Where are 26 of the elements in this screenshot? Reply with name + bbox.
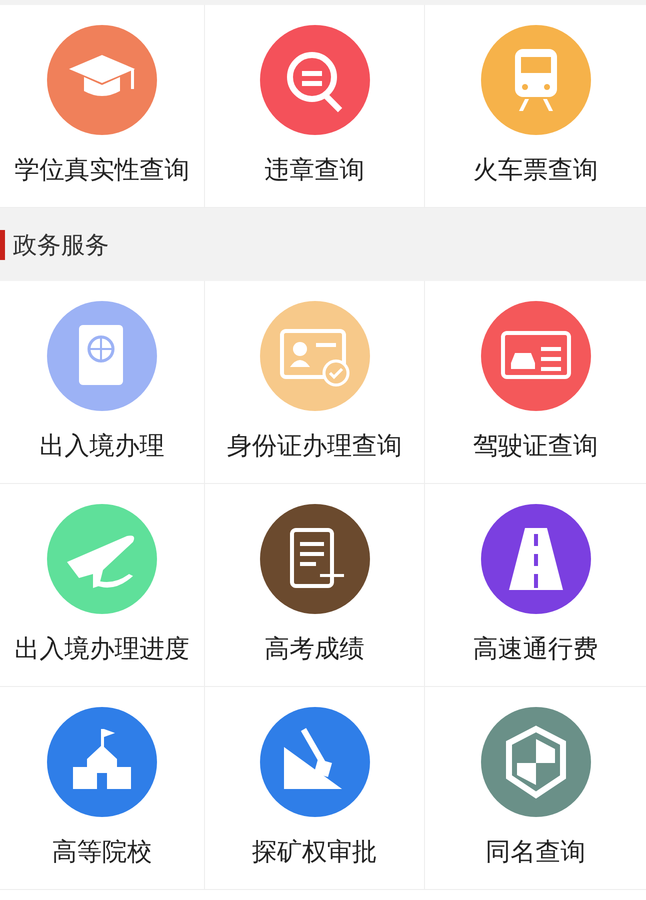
tile-label: 探矿权审批 (252, 836, 377, 868)
section-title: 政务服务 (13, 230, 109, 260)
service-tile[interactable]: 学位真实性查询 (0, 5, 205, 208)
tile-label: 高等院校 (52, 836, 152, 868)
tile-label: 违章查询 (264, 154, 364, 186)
service-tile[interactable]: 同名查询 (425, 687, 646, 890)
tile-label: 高速通行费 (473, 633, 598, 665)
tile-label: 火车票查询 (473, 154, 598, 186)
tile-label: 驾驶证查询 (473, 430, 598, 462)
tile-label: 出入境办理 (40, 430, 164, 462)
service-tile[interactable]: 高考成绩 (205, 484, 425, 687)
service-tile[interactable]: 出入境办理进度 (0, 484, 205, 687)
tile-label: 高考成绩 (264, 633, 364, 665)
tile-label: 学位真实性查询 (14, 154, 190, 186)
service-tile[interactable]: 高等院校 (0, 687, 205, 890)
service-tile[interactable]: 驾驶证查询 (425, 281, 646, 484)
service-tile[interactable]: 高速通行费 (425, 484, 646, 687)
service-tile[interactable]: 违章查询 (205, 5, 425, 208)
service-tile[interactable]: 身份证办理查询 (205, 281, 425, 484)
service-tile[interactable]: 出入境办理 (0, 281, 205, 484)
tile-label: 出入境办理进度 (14, 633, 190, 665)
tile-label: 身份证办理查询 (227, 430, 402, 462)
tile-label: 同名查询 (486, 836, 586, 868)
section-marker (0, 230, 5, 260)
service-tile[interactable]: 探矿权审批 (205, 687, 425, 890)
service-tile[interactable]: 火车票查询 (425, 5, 646, 208)
